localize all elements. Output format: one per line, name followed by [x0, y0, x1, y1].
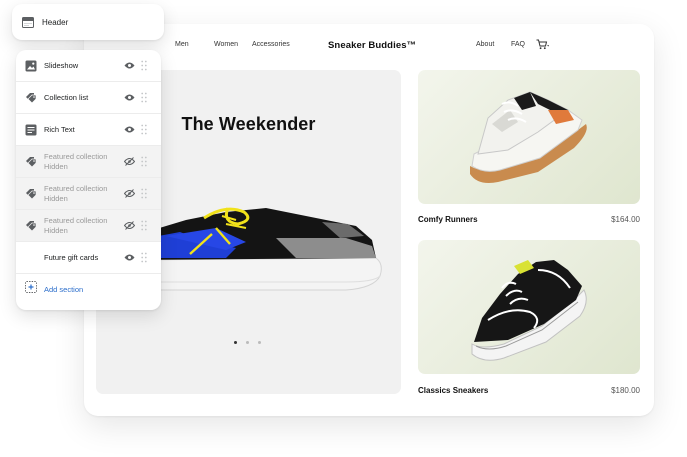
- section-label: Future gift cards: [44, 252, 99, 262]
- section-item-rich-text[interactable]: Rich Text: [16, 114, 161, 146]
- text-block-icon: [25, 124, 37, 136]
- eye-icon[interactable]: [124, 93, 135, 102]
- eye-slash-icon[interactable]: [124, 189, 135, 198]
- section-label: Slideshow: [44, 60, 79, 70]
- cart-icon[interactable]: [536, 39, 549, 50]
- nav-link-faq[interactable]: FAQ: [511, 41, 525, 48]
- product-image-classics-sneakers[interactable]: [418, 240, 640, 374]
- section-label: Rich Text: [44, 124, 75, 134]
- section-title: Featured collection: [44, 183, 108, 193]
- header-layout-icon: [22, 16, 34, 28]
- add-section-button[interactable]: Add section: [16, 274, 161, 304]
- eye-icon[interactable]: [124, 61, 135, 70]
- tags-icon: [25, 220, 37, 232]
- drag-handle-icon[interactable]: [141, 252, 147, 263]
- add-section-label: Add section: [44, 284, 84, 294]
- sneaker-image: [471, 260, 587, 361]
- eye-icon[interactable]: [124, 125, 135, 134]
- drag-handle-icon[interactable]: [141, 92, 147, 103]
- eye-slash-icon[interactable]: [124, 157, 135, 166]
- slide-dot[interactable]: [258, 341, 261, 344]
- slide-dot[interactable]: [234, 341, 237, 344]
- drag-handle-icon[interactable]: [141, 156, 147, 167]
- slide-dot[interactable]: [246, 341, 249, 344]
- image-icon: [25, 60, 37, 72]
- tags-icon: [25, 156, 37, 168]
- section-hidden-label: Hidden: [44, 161, 68, 171]
- hero-sneaker-image: [126, 207, 382, 291]
- section-item-collection-list[interactable]: Collection list: [16, 82, 161, 114]
- product-name[interactable]: Comfy Runners: [418, 215, 478, 224]
- blank-icon: [25, 252, 37, 264]
- product-name[interactable]: Classics Sneakers: [418, 386, 488, 395]
- section-label: Featured collection Hidden: [44, 184, 107, 204]
- product-price: $164.00: [611, 215, 640, 224]
- header-section-item[interactable]: Header: [12, 4, 164, 40]
- eye-icon[interactable]: [124, 253, 135, 262]
- header-label: Header: [42, 17, 69, 27]
- section-hidden-label: Hidden: [44, 193, 68, 203]
- slideshow-dots: [234, 341, 261, 344]
- nav-link-accessories[interactable]: Accessories: [252, 41, 290, 48]
- product-image-comfy-runners[interactable]: [418, 70, 640, 204]
- sections-panel: Slideshow Collection list Rich Text Feat…: [16, 50, 161, 310]
- tags-icon: [25, 188, 37, 200]
- drag-handle-icon[interactable]: [141, 188, 147, 199]
- eye-slash-icon[interactable]: [124, 221, 135, 230]
- section-item-slideshow[interactable]: Slideshow: [16, 50, 161, 82]
- nav-link-men[interactable]: Men: [175, 41, 189, 48]
- drag-handle-icon[interactable]: [141, 60, 147, 71]
- section-item-featured-collection[interactable]: Featured collection Hidden: [16, 178, 161, 210]
- section-title: Featured collection: [44, 151, 108, 161]
- product-price: $180.00: [611, 386, 640, 395]
- nav-link-about[interactable]: About: [476, 41, 494, 48]
- add-section-icon: [25, 280, 37, 298]
- section-label: Featured collection Hidden: [44, 216, 107, 236]
- store-brand[interactable]: Sneaker Buddies™: [328, 40, 416, 51]
- nav-link-women[interactable]: Women: [214, 41, 238, 48]
- drag-handle-icon[interactable]: [141, 220, 147, 231]
- sneaker-image: [470, 91, 587, 183]
- section-item-featured-collection[interactable]: Featured collection Hidden: [16, 210, 161, 242]
- section-label: Collection list: [44, 92, 89, 102]
- section-title: Featured collection: [44, 215, 108, 225]
- tags-icon: [25, 92, 37, 104]
- storefront-preview: Men Women Accessories Sneaker Buddies™ A…: [84, 24, 654, 416]
- section-item-future-gift-cards[interactable]: Future gift cards: [16, 242, 161, 274]
- drag-handle-icon[interactable]: [141, 124, 147, 135]
- section-label: Featured collection Hidden: [44, 152, 107, 172]
- section-hidden-label: Hidden: [44, 225, 68, 235]
- section-item-featured-collection[interactable]: Featured collection Hidden: [16, 146, 161, 178]
